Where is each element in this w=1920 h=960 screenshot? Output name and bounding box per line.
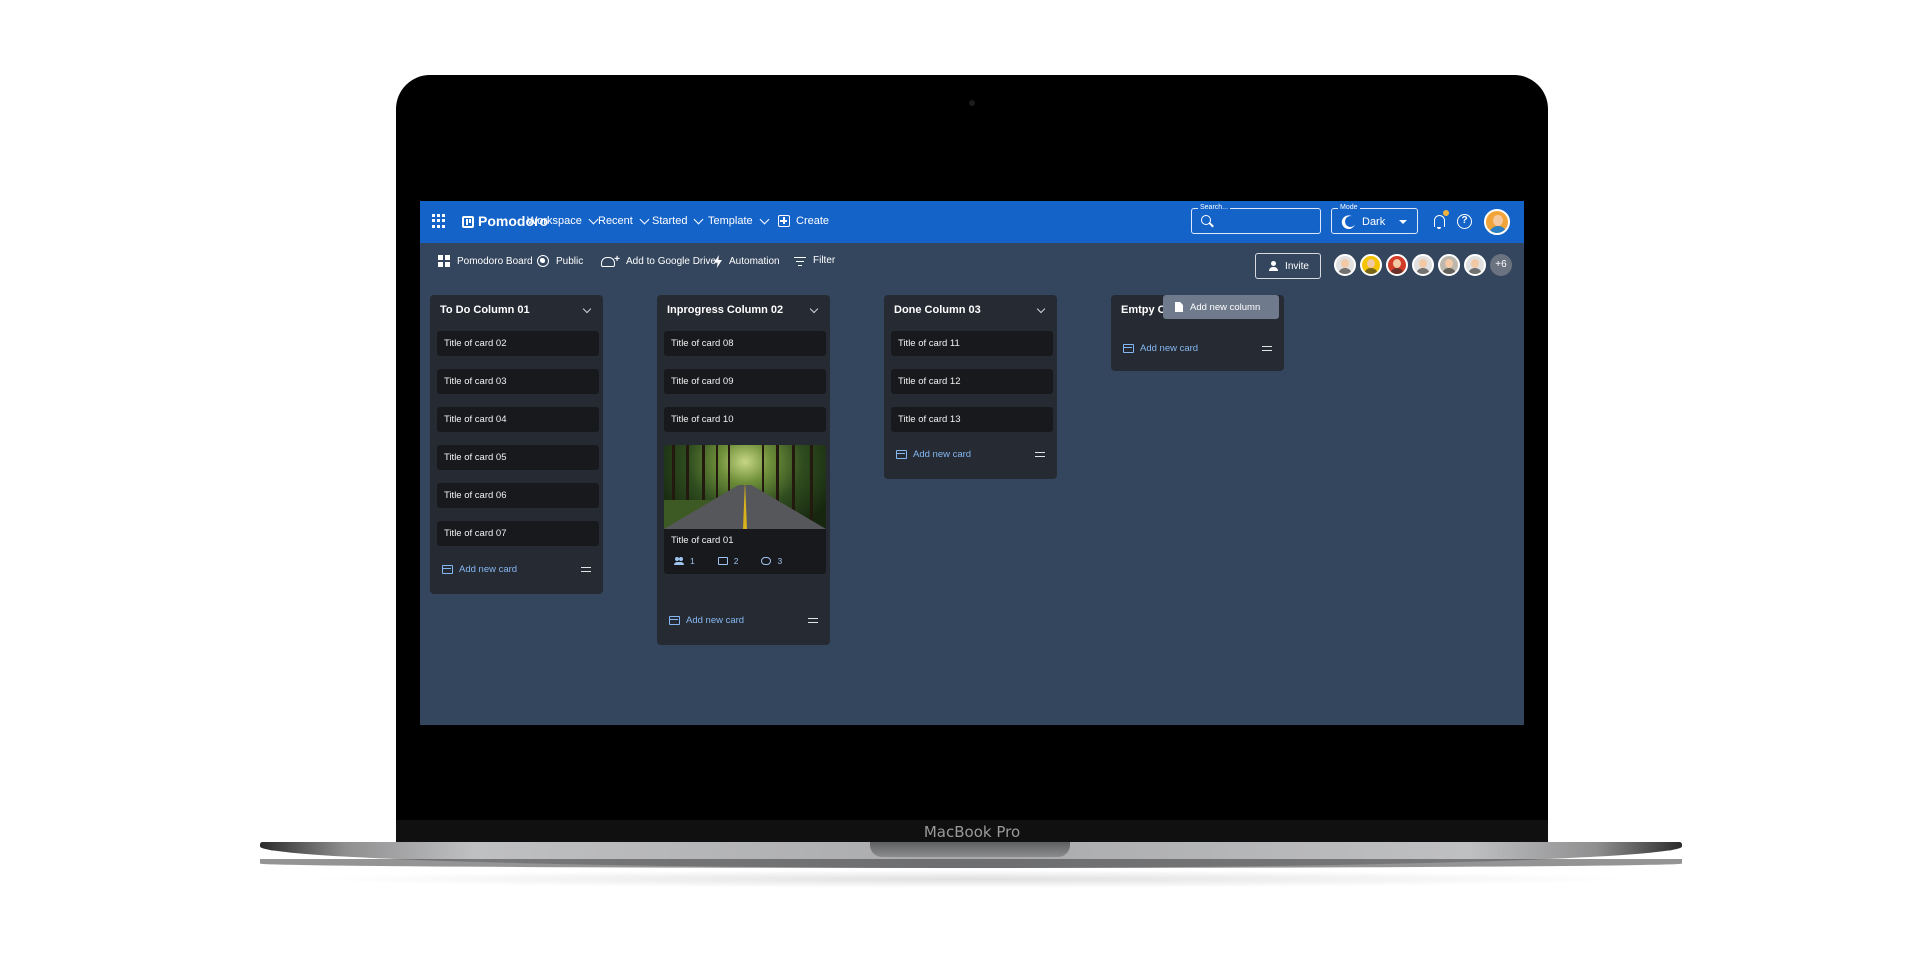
avatar[interactable]	[1386, 254, 1408, 276]
avatar[interactable]	[1412, 254, 1434, 276]
card[interactable]: Title of card 12	[891, 369, 1053, 394]
chevron-down-icon[interactable]	[1036, 304, 1046, 314]
card[interactable]: Title of card 09	[664, 369, 826, 394]
add-card-button[interactable]: Add new card	[896, 449, 971, 460]
add-card-icon	[896, 450, 907, 459]
chevron-down-icon	[694, 214, 704, 224]
filter-button[interactable]: Filter	[794, 255, 835, 267]
chevron-down-icon	[639, 214, 650, 224]
search-icon	[1201, 215, 1211, 225]
search-input[interactable]: Search...	[1191, 203, 1321, 234]
laptop-shadow	[300, 870, 1640, 888]
avatar[interactable]	[1438, 254, 1460, 276]
mode-label: Mode	[1338, 203, 1360, 212]
user-avatar[interactable]	[1484, 209, 1510, 235]
avatar[interactable]	[1360, 254, 1382, 276]
card[interactable]: Title of card 05	[437, 445, 599, 470]
person-add-icon	[1267, 261, 1279, 271]
add-board-icon	[778, 215, 790, 227]
drag-handle-icon[interactable]	[1262, 346, 1272, 351]
board-logo-icon	[462, 216, 474, 228]
mode-value: Dark	[1362, 216, 1386, 228]
search-label: Search...	[1198, 203, 1231, 212]
team-avatars: +6	[1334, 254, 1512, 276]
add-card-icon	[442, 565, 453, 574]
create-button[interactable]: Create	[778, 215, 829, 227]
card[interactable]: Title of card 03	[437, 369, 599, 394]
featured-card[interactable]: Title of card 01 1 2 3	[664, 445, 826, 574]
notification-dot	[1443, 210, 1449, 216]
board-toolbar: Pomodoro Board Public Add to Google Driv…	[420, 243, 1524, 285]
card[interactable]: Title of card 10	[664, 407, 826, 432]
globe-icon	[537, 255, 549, 267]
comment-icon	[717, 557, 728, 565]
device-label: MacBook Pro	[923, 823, 1021, 841]
add-card-button[interactable]: Add new card	[669, 615, 744, 626]
attachment-icon	[761, 557, 772, 565]
drag-handle-icon[interactable]	[1035, 452, 1045, 457]
invite-button[interactable]: Invite	[1255, 253, 1321, 279]
bell-icon[interactable]	[1434, 215, 1445, 229]
nav-workspace[interactable]: Workspace	[527, 214, 599, 227]
card[interactable]: Title of card 02	[437, 331, 599, 356]
add-column-button[interactable]: Add new column	[1163, 295, 1279, 319]
google-drive-button[interactable]: Add to Google Drive	[601, 254, 716, 267]
avatar[interactable]	[1464, 254, 1486, 276]
drag-handle-icon[interactable]	[581, 567, 591, 572]
comments-count: 2	[717, 556, 738, 566]
bolt-icon	[714, 255, 722, 268]
card[interactable]: Title of card 13	[891, 407, 1053, 432]
chevron-down-icon	[759, 214, 770, 224]
card-title: Title of card 01	[671, 535, 734, 546]
add-card-button[interactable]: Add new card	[1123, 343, 1198, 354]
dashboard-icon	[438, 255, 450, 267]
add-card-button[interactable]: Add new card	[442, 564, 517, 575]
card[interactable]: Title of card 11	[891, 331, 1053, 356]
card[interactable]: Title of card 08	[664, 331, 826, 356]
camera-icon	[969, 100, 975, 106]
column-title[interactable]: To Do Column 01	[440, 304, 530, 316]
board-name-button[interactable]: Pomodoro Board	[438, 255, 533, 267]
moon-icon	[1343, 214, 1357, 228]
avatar[interactable]	[1334, 254, 1356, 276]
column-title[interactable]: Done Column 03	[894, 304, 981, 316]
drag-handle-icon[interactable]	[808, 618, 818, 623]
card-stats: 1 2 3	[674, 556, 805, 566]
automation-button[interactable]: Automation	[714, 255, 780, 268]
card[interactable]: Title of card 04	[437, 407, 599, 432]
attachments-count: 3	[761, 556, 782, 566]
card[interactable]: Title of card 06	[437, 483, 599, 508]
chevron-down-icon[interactable]	[582, 304, 592, 314]
caret-down-icon	[1399, 220, 1407, 224]
people-icon	[674, 557, 684, 565]
nav-started[interactable]: Started	[652, 214, 704, 227]
app-screen: Pomodoro Workspace Recent Started Templa…	[420, 201, 1524, 725]
cloud-add-icon	[601, 254, 620, 267]
nav-template[interactable]: Template	[708, 214, 770, 227]
visibility-button[interactable]: Public	[537, 255, 583, 267]
members-count: 1	[674, 556, 695, 566]
board-column: Inprogress Column 02 Title of card 08 Ti…	[657, 295, 830, 645]
add-card-icon	[1123, 344, 1134, 353]
app-bar: Pomodoro Workspace Recent Started Templa…	[420, 201, 1524, 243]
apps-grid-icon[interactable]	[432, 214, 446, 228]
help-icon[interactable]: ?	[1457, 214, 1472, 229]
card[interactable]: Title of card 07	[437, 521, 599, 546]
chevron-down-icon	[588, 214, 599, 224]
filter-icon	[794, 256, 806, 267]
card-cover-image	[664, 445, 826, 529]
more-members-badge[interactable]: +6	[1490, 254, 1512, 276]
document-icon	[1175, 302, 1183, 312]
chevron-down-icon[interactable]	[809, 304, 819, 314]
column-title[interactable]: Inprogress Column 02	[667, 304, 783, 316]
board-column: Done Column 03 Title of card 11 Title of…	[884, 295, 1057, 479]
nav-recent[interactable]: Recent	[598, 214, 650, 227]
mode-select[interactable]: Mode Dark	[1331, 203, 1418, 234]
laptop-notch	[870, 842, 1070, 857]
board-column: To Do Column 01 Title of card 02 Title o…	[430, 295, 603, 594]
add-card-icon	[669, 616, 680, 625]
